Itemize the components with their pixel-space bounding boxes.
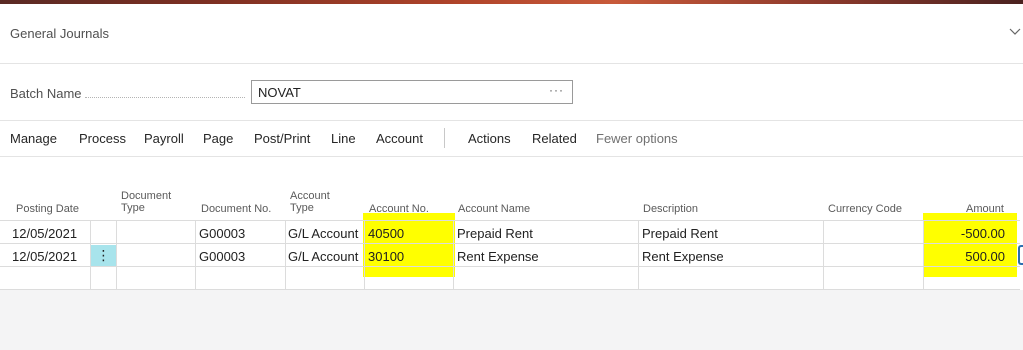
grid-col-line <box>116 220 117 289</box>
menu-account[interactable]: Account <box>376 131 423 146</box>
page-footer-area <box>0 290 1023 350</box>
grid-row-line <box>0 266 1020 267</box>
col-account-no[interactable]: Account No. <box>369 203 429 215</box>
col-posting-date[interactable]: Posting Date <box>16 203 79 215</box>
top-banner <box>0 0 1023 4</box>
row-actions-menu-icon[interactable]: ⋮ <box>91 245 116 266</box>
cell-description[interactable]: Prepaid Rent <box>642 226 718 241</box>
grid-col-line <box>923 220 924 289</box>
cell-document-no[interactable]: G00003 <box>199 226 245 241</box>
page-title: General Journals <box>10 26 109 41</box>
menu-payroll[interactable]: Payroll <box>144 131 184 146</box>
account-no-highlight <box>363 213 455 277</box>
col-amount[interactable]: Amount <box>966 203 1004 215</box>
menu-line[interactable]: Line <box>331 131 356 146</box>
cell-posting-date[interactable]: 12/05/2021 <box>12 249 77 264</box>
lookup-ellipsis-icon[interactable]: ··· <box>549 83 564 97</box>
cell-description[interactable]: Rent Expense <box>642 249 724 264</box>
grid-col-line <box>285 220 286 289</box>
cell-account-name[interactable]: Rent Expense <box>457 249 539 264</box>
menu-separator <box>444 128 445 148</box>
cell-account-type[interactable]: G/L Account <box>288 226 358 241</box>
batch-name-field[interactable]: NOVAT ··· <box>251 80 573 104</box>
grid-header-line <box>0 220 1020 221</box>
menu-process[interactable]: Process <box>79 131 126 146</box>
menu-page[interactable]: Page <box>203 131 233 146</box>
col-currency-code[interactable]: Currency Code <box>828 203 902 215</box>
focus-cursor <box>1018 245 1023 265</box>
batch-name-label: Batch Name <box>10 86 82 101</box>
grid-col-line <box>638 220 639 289</box>
grid-row-line <box>0 243 1020 244</box>
field-leader-dots <box>85 97 245 98</box>
col-document-no[interactable]: Document No. <box>201 203 271 215</box>
menu-manage[interactable]: Manage <box>10 131 57 146</box>
header-divider <box>0 63 1023 64</box>
cell-account-no[interactable]: 40500 <box>368 226 404 241</box>
fewer-options-button[interactable]: Fewer options <box>596 131 678 146</box>
grid-col-line <box>364 220 365 289</box>
checkmark-collapse-icon[interactable] <box>1008 24 1022 38</box>
col-description[interactable]: Description <box>643 203 698 215</box>
menu-post-print[interactable]: Post/Print <box>254 131 310 146</box>
cell-account-no[interactable]: 30100 <box>368 249 404 264</box>
col-document-type[interactable]: Document Type <box>121 190 191 214</box>
cell-amount[interactable]: 500.00 <box>965 249 1005 264</box>
col-account-type[interactable]: Account Type <box>290 190 350 214</box>
batch-name-value: NOVAT <box>258 85 301 100</box>
grid-col-line <box>453 220 454 289</box>
cell-posting-date[interactable]: 12/05/2021 <box>12 226 77 241</box>
amount-highlight <box>923 213 1017 277</box>
cell-account-name[interactable]: Prepaid Rent <box>457 226 533 241</box>
cell-document-no[interactable]: G00003 <box>199 249 245 264</box>
menu-divider <box>0 156 1023 157</box>
cell-account-type[interactable]: G/L Account <box>288 249 358 264</box>
cell-amount[interactable]: -500.00 <box>961 226 1005 241</box>
menu-actions[interactable]: Actions <box>468 131 511 146</box>
grid-col-line <box>195 220 196 289</box>
menu-related[interactable]: Related <box>532 131 577 146</box>
grid-col-line <box>823 220 824 289</box>
col-account-name[interactable]: Account Name <box>458 203 530 215</box>
batch-divider <box>0 120 1023 121</box>
